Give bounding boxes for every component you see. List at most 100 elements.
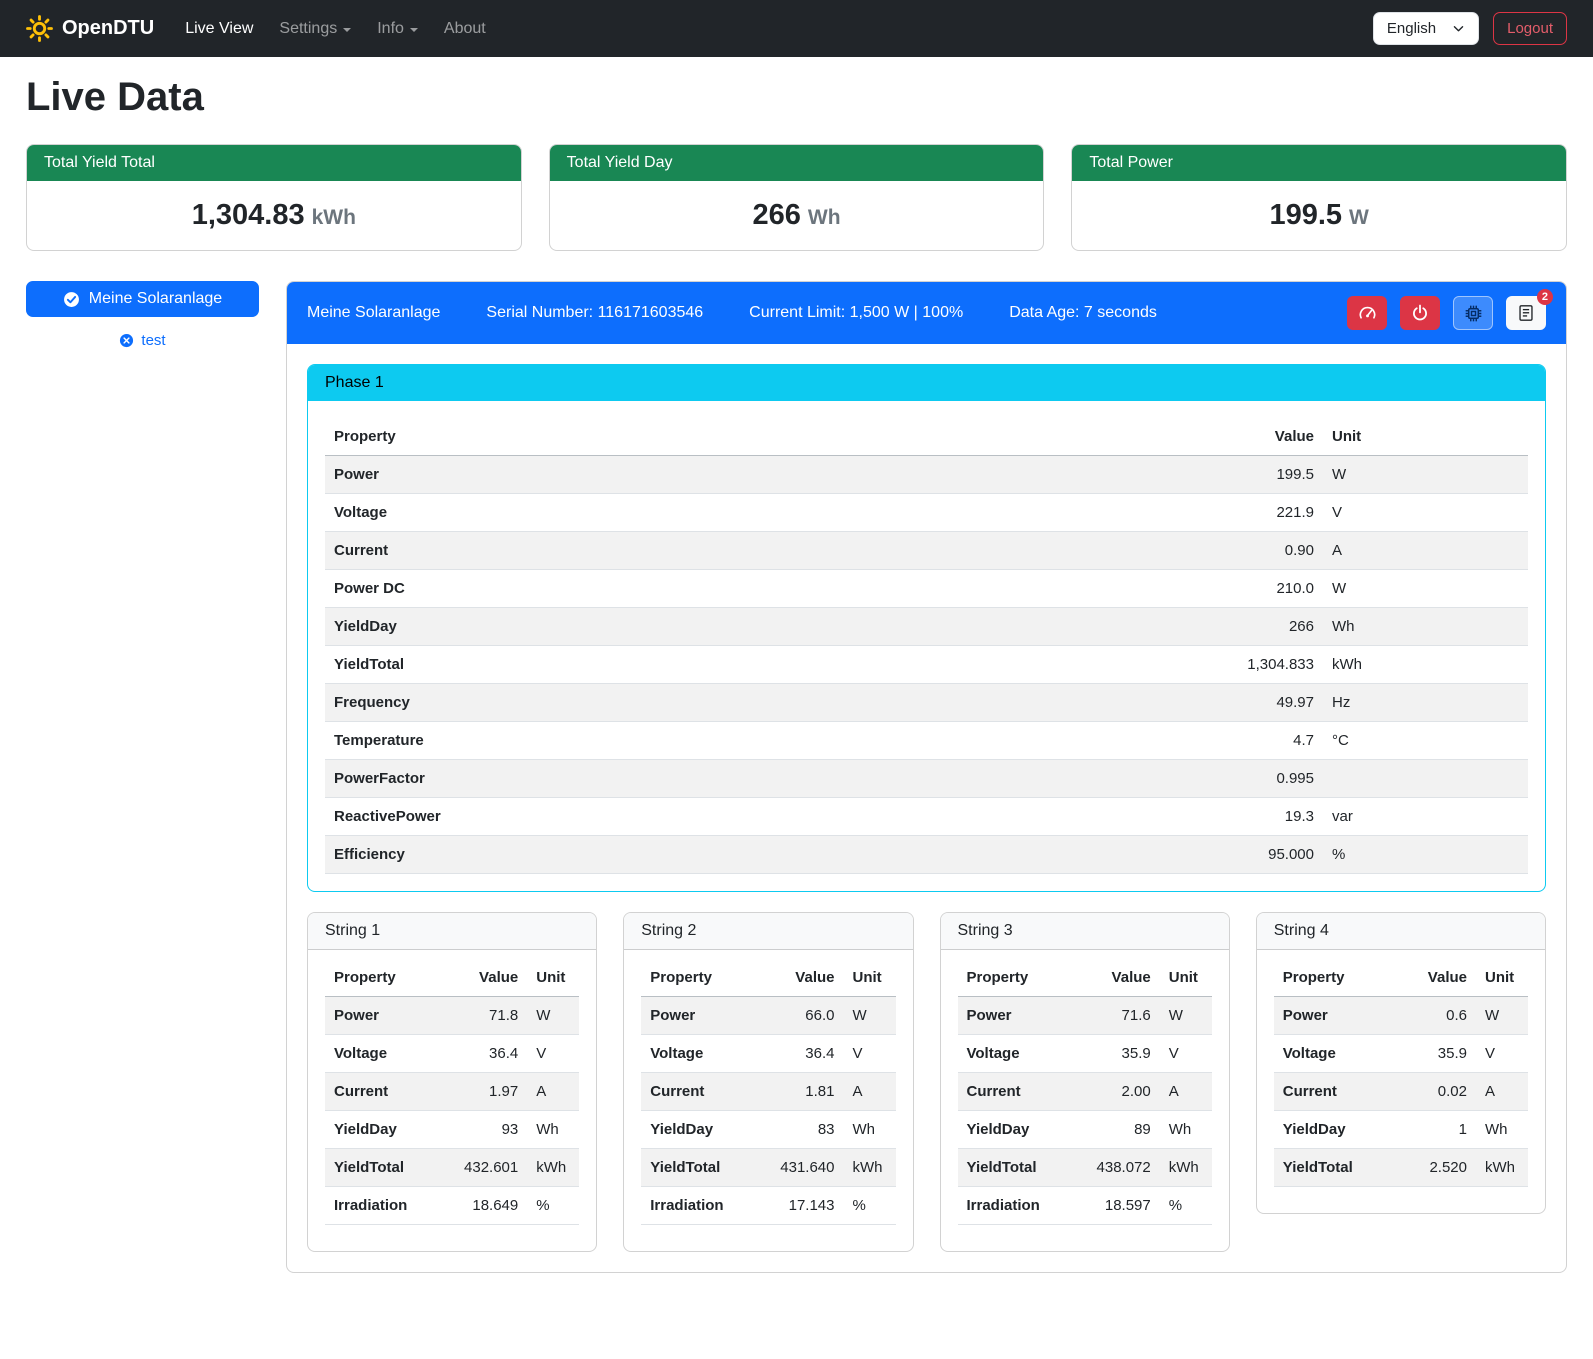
row-property: Power (325, 456, 1173, 494)
nav-item-settings[interactable]: Settings (266, 12, 364, 46)
inverter-panel-header: Meine Solaranlage Serial Number: 1161716… (287, 282, 1566, 344)
event-log-button[interactable]: 2 (1506, 296, 1546, 330)
table-row: YieldDay 266 Wh (325, 608, 1528, 646)
row-property: Voltage (958, 1035, 1071, 1073)
row-property: YieldTotal (958, 1149, 1071, 1187)
row-property: Power (1274, 997, 1397, 1035)
row-value: 19.3 (1173, 798, 1323, 836)
row-property: Power (641, 997, 754, 1035)
row-property: Voltage (325, 494, 1173, 532)
row-property: Temperature (325, 722, 1173, 760)
row-unit: Wh (844, 1111, 896, 1149)
row-unit: % (844, 1187, 896, 1225)
nav-item-info[interactable]: Info (364, 12, 431, 46)
row-property: Voltage (641, 1035, 754, 1073)
string-title: String 2 (624, 913, 912, 950)
sidebar-item-test[interactable]: test (26, 332, 259, 349)
row-value: 432.601 (438, 1149, 527, 1187)
row-unit: kWh (527, 1149, 579, 1187)
row-value: 35.9 (1070, 1035, 1159, 1073)
sidebar-item-meine-solaranlage[interactable]: Meine Solaranlage (26, 281, 259, 317)
table-row: Power 71.8 W (325, 997, 579, 1035)
row-unit: kWh (1476, 1149, 1528, 1187)
table-row: YieldTotal 432.601 kWh (325, 1149, 579, 1187)
row-property: YieldTotal (1274, 1149, 1397, 1187)
row-value: 266 (1173, 608, 1323, 646)
summary-card-total-power: Total Power 199.5W (1071, 144, 1567, 251)
summary-card-value: 266 (752, 199, 800, 231)
event-count-badge: 2 (1537, 289, 1553, 305)
table-row: Voltage 36.4 V (325, 1035, 579, 1073)
string-title: String 3 (941, 913, 1229, 950)
row-value: 71.6 (1070, 997, 1159, 1035)
row-value: 199.5 (1173, 456, 1323, 494)
row-unit: W (1323, 570, 1528, 608)
brand[interactable]: OpenDTU (26, 15, 154, 42)
row-property: Voltage (325, 1035, 438, 1073)
row-value: 0.02 (1396, 1073, 1476, 1111)
col-value: Value (438, 959, 527, 997)
row-property: Current (325, 1073, 438, 1111)
string-title: String 1 (308, 913, 596, 950)
string-card-3: String 3 Property Value Unit (940, 912, 1230, 1252)
row-property: Current (958, 1073, 1071, 1111)
journal-icon (1517, 304, 1535, 322)
row-unit: kWh (844, 1149, 896, 1187)
sidebar-item-label: test (141, 332, 165, 349)
row-value: 1.97 (438, 1073, 527, 1111)
table-row: YieldTotal 431.640 kWh (641, 1149, 895, 1187)
table-header-row: Property Value Unit (1274, 959, 1528, 997)
table-row: Current 1.81 A (641, 1073, 895, 1111)
table-row: Current 2.00 A (958, 1073, 1212, 1111)
row-value: 4.7 (1173, 722, 1323, 760)
table-header-row: Property Value Unit (958, 959, 1212, 997)
sidebar-item-label: Meine Solaranlage (89, 290, 222, 308)
row-value: 0.995 (1173, 760, 1323, 798)
device-info-button[interactable] (1453, 296, 1493, 330)
row-value: 17.143 (754, 1187, 843, 1225)
row-property: YieldTotal (325, 1149, 438, 1187)
table-row: Voltage 36.4 V (641, 1035, 895, 1073)
row-property: YieldTotal (641, 1149, 754, 1187)
language-select[interactable]: English (1373, 12, 1479, 45)
page-title: Live Data (26, 75, 1567, 120)
row-unit: V (844, 1035, 896, 1073)
row-property: Irradiation (958, 1187, 1071, 1225)
table-row: PowerFactor 0.995 (325, 760, 1528, 798)
summary-card-title: Total Yield Total (27, 145, 521, 181)
row-unit: % (1160, 1187, 1212, 1225)
nav-item-live-view[interactable]: Live View (172, 12, 266, 46)
string-card-4: String 4 Property Value Unit (1256, 912, 1546, 1214)
caret-down-icon (343, 28, 351, 32)
string-card-1: String 1 Property Value Unit (307, 912, 597, 1252)
logout-button[interactable]: Logout (1493, 12, 1567, 45)
row-value: 438.072 (1070, 1149, 1159, 1187)
inverter-serial: Serial Number: 116171603546 (486, 304, 703, 322)
summary-card-total-yield-total: Total Yield Total 1,304.83kWh (26, 144, 522, 251)
inverter-name: Meine Solaranlage (307, 304, 440, 322)
inverter-data-age: Data Age: 7 seconds (1009, 304, 1157, 322)
table-row: Current 1.97 A (325, 1073, 579, 1111)
row-unit: Wh (1323, 608, 1528, 646)
row-unit: % (527, 1187, 579, 1225)
language-label: English (1387, 20, 1436, 37)
row-property: Irradiation (325, 1187, 438, 1225)
row-unit: V (1476, 1035, 1528, 1073)
row-property: Voltage (1274, 1035, 1397, 1073)
row-property: Current (1274, 1073, 1397, 1111)
chevron-down-icon (1452, 22, 1465, 35)
sun-logo-icon (26, 15, 53, 42)
row-value: 1,304.833 (1173, 646, 1323, 684)
inverter-actions: 2 (1347, 296, 1546, 330)
row-property: Current (641, 1073, 754, 1111)
summary-card-unit: W (1349, 206, 1369, 229)
col-unit: Unit (1323, 418, 1528, 456)
power-button[interactable] (1400, 296, 1440, 330)
nav-item-about[interactable]: About (431, 12, 499, 46)
row-unit: Wh (527, 1111, 579, 1149)
row-unit: A (527, 1073, 579, 1111)
table-row: YieldDay 89 Wh (958, 1111, 1212, 1149)
table-row: Power 0.6 W (1274, 997, 1528, 1035)
check-circle-icon (63, 291, 80, 308)
limit-settings-button[interactable] (1347, 296, 1387, 330)
